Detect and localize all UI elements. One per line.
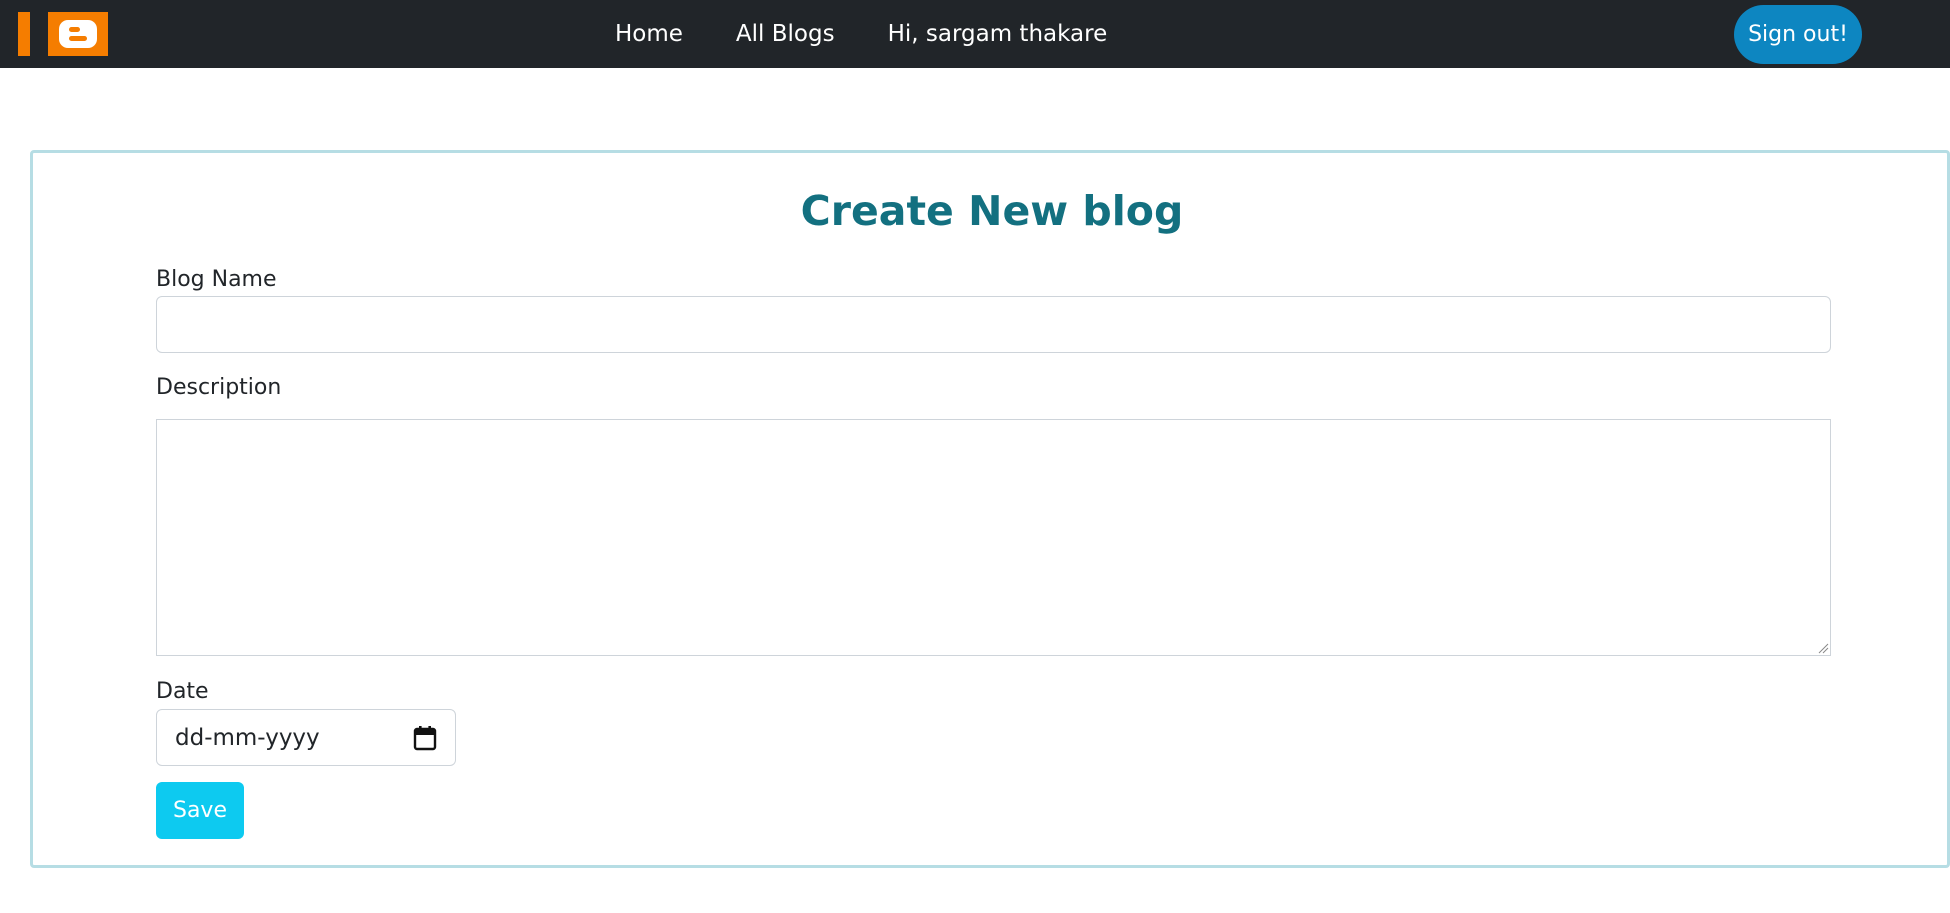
date-input[interactable]: dd-mm-yyyy bbox=[156, 709, 456, 766]
brand-accent-bar bbox=[18, 12, 30, 56]
signout-button[interactable]: Sign out! bbox=[1734, 5, 1862, 64]
save-button[interactable]: Save bbox=[156, 782, 244, 839]
resize-grip-icon[interactable] bbox=[1817, 642, 1829, 654]
nav-links: Home All Blogs Hi, sargam thakare bbox=[615, 0, 1107, 68]
blog-name-input[interactable] bbox=[156, 296, 1831, 353]
create-blog-card: Create New blog Blog Name Description Da… bbox=[30, 150, 1950, 868]
description-label: Description bbox=[156, 375, 282, 400]
blogger-logo-icon[interactable] bbox=[48, 12, 108, 56]
blog-name-label: Blog Name bbox=[156, 267, 277, 292]
description-wrapper bbox=[156, 419, 1831, 656]
top-navbar: Home All Blogs Hi, sargam thakare Sign o… bbox=[0, 0, 1950, 68]
date-placeholder: dd-mm-yyyy bbox=[175, 724, 320, 751]
nav-link-all-blogs[interactable]: All Blogs bbox=[736, 21, 835, 47]
date-label: Date bbox=[156, 679, 209, 704]
user-greeting: Hi, sargam thakare bbox=[887, 21, 1108, 47]
blogger-logo-svg bbox=[59, 20, 97, 48]
calendar-icon[interactable] bbox=[413, 725, 437, 751]
nav-link-home[interactable]: Home bbox=[615, 21, 683, 47]
page-title: Create New blog bbox=[800, 187, 1184, 235]
description-textarea[interactable] bbox=[156, 419, 1831, 656]
